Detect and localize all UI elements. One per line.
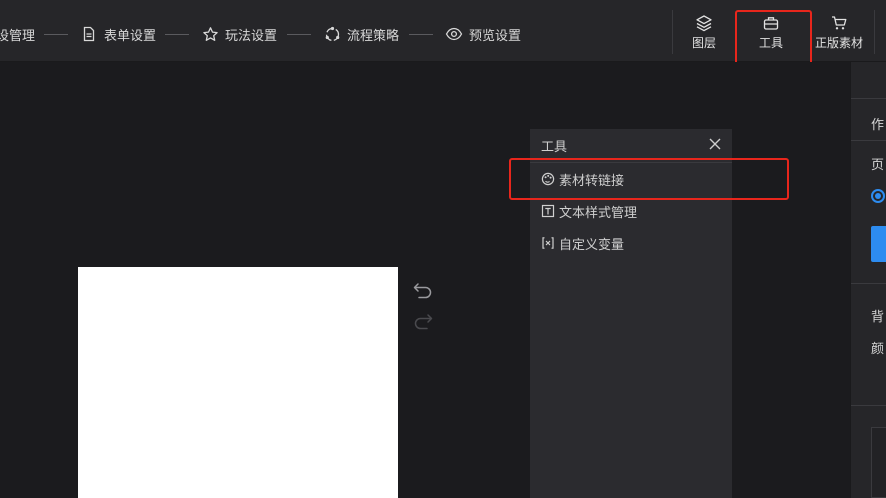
step-preview-settings[interactable]: 预览设置 [445, 24, 521, 44]
flow-icon [323, 25, 341, 43]
layers-label: 图层 [691, 36, 716, 50]
licensed-assets-label: 正版素材 [814, 36, 863, 50]
panel-text-3: 背 [871, 310, 885, 325]
document-icon [80, 25, 98, 43]
step-label: 表单设置 [104, 28, 157, 44]
panel-divider [851, 98, 886, 99]
page-canvas[interactable] [78, 267, 398, 498]
radio-option[interactable] [871, 189, 885, 203]
panel-field[interactable] [871, 427, 886, 498]
step-label: 流程策略 [347, 28, 400, 44]
top-toolbar: 设管理 表单设置 玩法设置 流程策略 预览设置 图层 工具 正版素材 [0, 0, 886, 62]
toolbar-divider [672, 10, 673, 54]
panel-text-2: 页 [871, 158, 885, 173]
tools-button[interactable]: 工具 [741, 14, 801, 51]
tool-item-label: 文本样式管理 [559, 205, 638, 221]
step-manage[interactable]: 设管理 [0, 24, 35, 44]
tool-item-label: 自定义变量 [559, 237, 625, 253]
variable-icon [541, 236, 555, 250]
panel-divider [851, 140, 886, 141]
step-connector [44, 34, 68, 35]
tools-panel: 工具 素材转链接 文本样式管理 自定义变量 [530, 129, 732, 498]
step-connector [287, 34, 311, 35]
tools-panel-header: 工具 [530, 129, 732, 163]
eye-icon [445, 25, 463, 43]
tool-item-label: 素材转链接 [559, 173, 625, 189]
tools-label: 工具 [758, 36, 783, 50]
step-label: 玩法设置 [225, 28, 278, 44]
properties-panel: 作 页 背 颜 [850, 62, 886, 498]
step-form-settings[interactable]: 表单设置 [80, 24, 156, 44]
text-style-icon [541, 204, 555, 218]
step-gameplay-settings[interactable]: 玩法设置 [201, 24, 277, 44]
panel-text-4: 颜 [871, 342, 885, 357]
tool-item-custom-variable[interactable]: 自定义变量 [541, 233, 624, 253]
panel-divider [851, 405, 886, 406]
cart-icon [830, 14, 848, 32]
tools-panel-title: 工具 [541, 140, 568, 155]
redo-icon[interactable] [412, 310, 434, 332]
close-icon[interactable] [709, 138, 721, 154]
step-label: 设管理 [0, 28, 36, 44]
toolbar-divider [874, 10, 875, 54]
layers-button[interactable]: 图层 [674, 14, 734, 51]
primary-button[interactable] [871, 226, 886, 262]
panel-divider [851, 283, 886, 284]
licensed-assets-button[interactable]: 正版素材 [809, 14, 869, 51]
layers-icon [695, 14, 713, 32]
star-icon [201, 25, 219, 43]
palette-icon [541, 172, 555, 186]
panel-text-1: 作 [871, 118, 885, 133]
step-connector [165, 34, 189, 35]
step-connector [409, 34, 433, 35]
step-label: 预览设置 [469, 28, 522, 44]
step-flow-strategy[interactable]: 流程策略 [323, 24, 399, 44]
undo-icon[interactable] [412, 279, 434, 301]
toolbox-icon [762, 14, 780, 32]
tool-item-asset-to-link[interactable]: 素材转链接 [541, 169, 624, 189]
tool-item-text-style-manage[interactable]: 文本样式管理 [541, 201, 637, 221]
